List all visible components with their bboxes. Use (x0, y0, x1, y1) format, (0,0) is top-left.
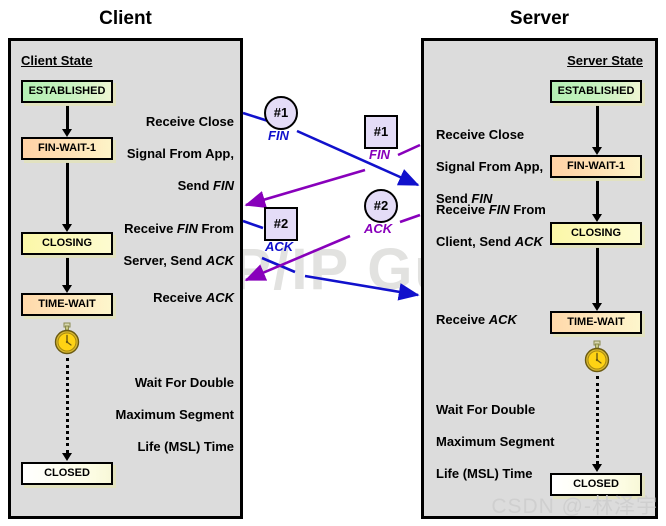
message-marker-1-server-fin: #1 (364, 115, 398, 149)
arrow-server-ack-to-client (244, 234, 351, 282)
arrow-server-fin-segment-a (397, 143, 421, 157)
message-label-1-client-fin: FIN (268, 128, 289, 143)
arrow-client-fin-to-server (296, 129, 420, 187)
arrow-server-fin-to-client (244, 168, 366, 209)
watermark-csdn: CSDN @-林泽宇 (491, 495, 658, 518)
arrow-client-ack-segment-a (242, 219, 264, 230)
arrow-client-ack-to-server (304, 274, 420, 301)
message-marker-2-server-ack: #2 (364, 189, 398, 223)
message-arrows-layer (242, 111, 421, 301)
tcp-simultaneous-close-diagram: The TCP/IP Guide Client Server Client St… (0, 0, 666, 526)
arrow-server-ack-segment-a (399, 213, 421, 224)
message-marker-2-client-ack: #2 (264, 207, 298, 241)
message-label-2-client-ack: ACK (265, 239, 294, 254)
message-label-1-server-fin: FIN (369, 147, 390, 162)
message-label-2-server-ack: ACK (364, 221, 393, 236)
message-marker-1-client-fin: #1 (264, 96, 298, 130)
